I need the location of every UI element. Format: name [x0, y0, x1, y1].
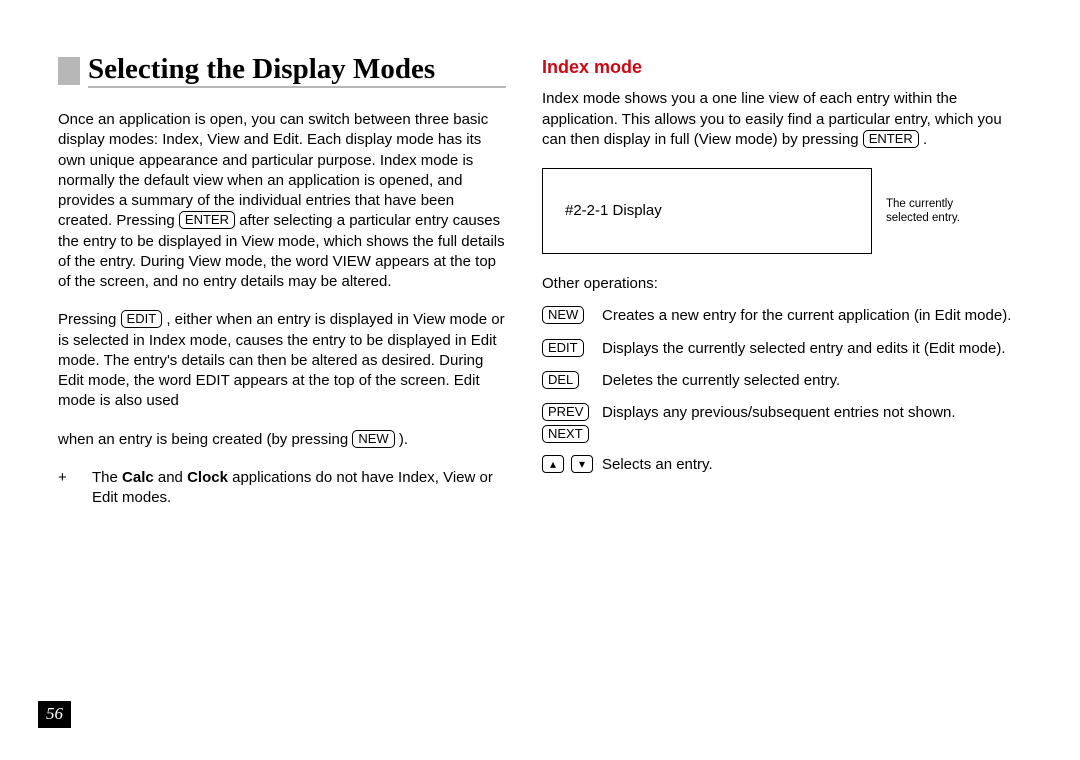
page-number-badge: 56: [38, 701, 71, 728]
op-keys-edit: EDIT: [542, 339, 602, 359]
op-row-del: DEL Deletes the currently selected entry…: [542, 371, 1022, 391]
op-keys-arrows: ▴ ▾: [542, 455, 602, 475]
op-row-prev-next: PREV NEXT Displays any previous/subseque…: [542, 403, 1022, 443]
two-column-layout: Selecting the Display Modes Once an appl…: [58, 55, 1032, 508]
p3-text-a: when an entry is being created (by press…: [58, 431, 352, 448]
intro-text-a: Index mode shows you a one line view of …: [542, 90, 1002, 148]
op-row-edit: EDIT Displays the currently selected ent…: [542, 339, 1022, 359]
page-title: Selecting the Display Modes: [88, 55, 435, 84]
op-row-new: NEW Creates a new entry for the current …: [542, 306, 1022, 326]
note-bold-clock: Clock: [187, 469, 228, 486]
prev-keycap: PREV: [542, 403, 589, 421]
manual-page: Selecting the Display Modes Once an appl…: [0, 0, 1080, 760]
p2-text-a: Pressing: [58, 311, 121, 328]
section-heading-index-mode: Index mode: [542, 55, 1022, 79]
op-keys-prev-next: PREV NEXT: [542, 403, 602, 443]
op-desc-prev-next: Displays any previous/subsequent entries…: [602, 403, 1022, 443]
op-desc-arrows: Selects an entry.: [602, 455, 1022, 475]
paragraph-1: Once an application is open, you can swi…: [58, 110, 506, 292]
title-tab-ornament: [58, 57, 80, 85]
p3-text-b: ).: [399, 431, 408, 448]
index-example-box: #2-2-1 Display: [542, 168, 872, 254]
note-text-a: The: [92, 469, 122, 486]
note-bullet-icon: +: [58, 468, 72, 509]
index-example-caption: The currently selected entry.: [886, 197, 986, 226]
edit-keycap-2: EDIT: [542, 339, 584, 357]
title-row: Selecting the Display Modes: [58, 55, 506, 88]
title-underline: Selecting the Display Modes: [88, 55, 506, 88]
arrow-up-keycap: ▴: [542, 455, 564, 473]
edit-keycap: EDIT: [121, 310, 163, 328]
enter-keycap: ENTER: [179, 211, 235, 229]
op-desc-del: Deletes the currently selected entry.: [602, 371, 1022, 391]
note-text-mid: and: [158, 469, 187, 486]
next-keycap: NEXT: [542, 425, 589, 443]
right-column: Index mode Index mode shows you a one li…: [542, 55, 1022, 508]
paragraph-2: Pressing EDIT , either when an entry is …: [58, 310, 506, 411]
left-column: Selecting the Display Modes Once an appl…: [58, 55, 506, 508]
note-row: + The Calc and Clock applications do not…: [58, 468, 506, 509]
other-operations-label: Other operations:: [542, 274, 1022, 294]
note-bold-calc: Calc: [122, 469, 154, 486]
arrow-down-keycap: ▾: [571, 455, 593, 473]
op-desc-new: Creates a new entry for the current appl…: [602, 306, 1022, 326]
op-keys-new: NEW: [542, 306, 602, 326]
index-intro: Index mode shows you a one line view of …: [542, 89, 1022, 150]
op-keys-del: DEL: [542, 371, 602, 391]
index-example-text: #2-2-1 Display: [565, 201, 662, 221]
op-row-arrows: ▴ ▾ Selects an entry.: [542, 455, 1022, 475]
note-body: The Calc and Clock applications do not h…: [92, 468, 506, 509]
new-keycap: NEW: [352, 430, 394, 448]
paragraph-3: when an entry is being created (by press…: [58, 430, 506, 450]
del-keycap: DEL: [542, 371, 579, 389]
intro-text-b: .: [923, 131, 927, 148]
new-keycap-2: NEW: [542, 306, 584, 324]
enter-keycap-2: ENTER: [863, 130, 919, 148]
op-desc-edit: Displays the currently selected entry an…: [602, 339, 1022, 359]
diagram-row: #2-2-1 Display The currently selected en…: [542, 168, 1022, 254]
